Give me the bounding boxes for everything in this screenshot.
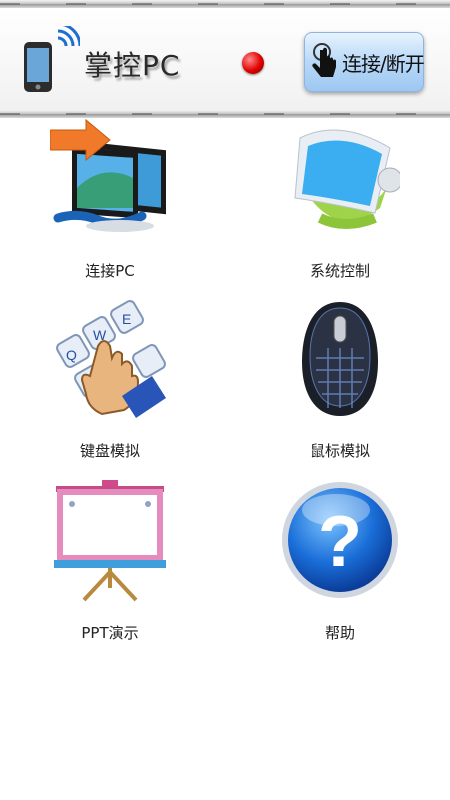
tile-connect-pc[interactable]: 连接PC [10,118,210,288]
tile-label: 鼠标模拟 [309,442,370,460]
svg-text:Q: Q [66,347,77,363]
app-title: 掌控PC [84,49,181,82]
connect-button-label: 连接/断开 [342,51,425,76]
phone-wifi-icon [24,26,80,92]
tile-system-control[interactable]: 系统控制 [240,118,440,288]
tile-ppt[interactable]: PPT演示 [10,480,210,650]
svg-text:E: E [122,311,131,327]
app-header: 掌控PC 连接/断开 [0,8,450,110]
computer-control-icon [294,129,400,229]
tile-keyboard[interactable]: Q W E 键盘模拟 [10,298,210,468]
help-icon: ? [282,482,398,598]
touch-hand-icon [312,43,336,77]
tile-help[interactable]: ? 帮助 [240,480,440,650]
tile-mouse[interactable]: 鼠标模拟 [240,298,440,468]
keyboard-icon: Q W E [56,300,166,418]
tile-label: 系统控制 [309,262,370,280]
connect-disconnect-button[interactable]: 连接/断开 [304,32,425,92]
tile-label: 帮助 [324,624,355,642]
top-rail [0,0,450,8]
header-bottom-rail [0,110,450,118]
tile-label: 键盘模拟 [79,442,140,460]
tile-label: PPT演示 [81,624,139,642]
svg-text:?: ? [318,502,362,582]
presentation-board-icon [54,480,166,602]
mouse-icon [302,302,378,416]
tile-label: 连接PC [85,262,135,280]
connection-status-indicator [242,52,264,74]
monitors-connect-icon [50,118,166,232]
